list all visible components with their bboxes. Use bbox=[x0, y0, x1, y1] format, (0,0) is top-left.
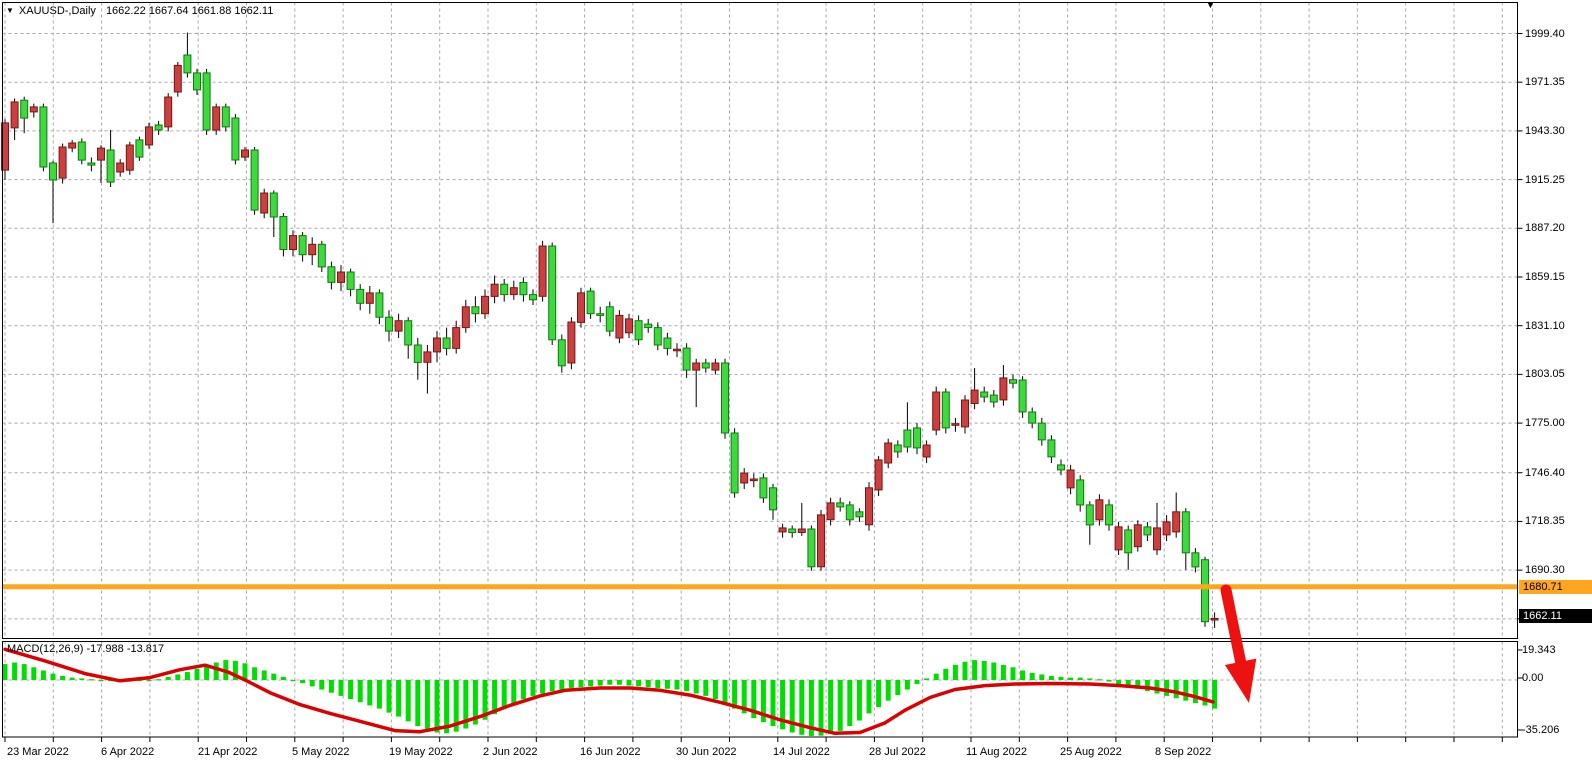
time-axis-label: 25 Aug 2022 bbox=[1060, 746, 1122, 758]
time-axis-label: 23 Mar 2022 bbox=[7, 746, 69, 758]
symbol-title: XAUUSD-,Daily bbox=[19, 5, 96, 17]
hline-price-tag: 1680.71 bbox=[1519, 580, 1592, 594]
price-axis-label: 1775.00 bbox=[1525, 417, 1565, 429]
header-ohlc-values: 1662.22 1667.64 1661.88 1662.11 bbox=[106, 5, 273, 17]
time-axis-label: 5 May 2022 bbox=[292, 746, 349, 758]
chart-canvas[interactable] bbox=[0, 0, 1592, 772]
time-axis-label: 16 Jun 2022 bbox=[580, 746, 641, 758]
price-axis-label: 1971.35 bbox=[1525, 76, 1565, 88]
time-axis-label: 6 Apr 2022 bbox=[101, 746, 154, 758]
macd-indicator-label: MACD(12,26,9) -17.988 -13.817 bbox=[7, 643, 164, 655]
price-axis-label: 1999.40 bbox=[1525, 28, 1565, 40]
price-axis-label: 1746.40 bbox=[1525, 467, 1565, 479]
time-axis-label: 19 May 2022 bbox=[389, 746, 453, 758]
price-axis-label: 1859.15 bbox=[1525, 271, 1565, 283]
symbol-dropdown-icon[interactable]: ▼ bbox=[6, 6, 14, 15]
price-axis-label: 1718.35 bbox=[1525, 515, 1565, 527]
time-axis-label: 21 Apr 2022 bbox=[198, 746, 257, 758]
chart-shift-marker-icon[interactable]: ▼ bbox=[1206, 0, 1215, 10]
macd-axis-label: 0.00 bbox=[1522, 672, 1543, 684]
price-axis-label: 1915.25 bbox=[1525, 174, 1565, 186]
price-axis-label: 1831.10 bbox=[1525, 320, 1565, 332]
current-price-tag: 1662.11 bbox=[1519, 609, 1592, 623]
time-axis-label: 11 Aug 2022 bbox=[966, 746, 1027, 758]
macd-axis-label: 19.343 bbox=[1522, 644, 1556, 656]
price-axis-label: 1887.20 bbox=[1525, 222, 1565, 234]
time-axis-label: 14 Jul 2022 bbox=[773, 746, 830, 758]
time-axis-label: 28 Jul 2022 bbox=[869, 746, 926, 758]
chart-window: ▼ XAUUSD-,Daily 1662.22 1667.64 1661.88 16… bbox=[0, 0, 1592, 772]
price-axis-label: 1943.30 bbox=[1525, 125, 1565, 137]
macd-axis-label: -35.206 bbox=[1522, 724, 1559, 736]
chart-header: ▼ XAUUSD-,Daily 1662.22 1667.64 1661.88 16… bbox=[6, 5, 273, 17]
time-axis-label: 30 Jun 2022 bbox=[676, 746, 737, 758]
time-axis-label: 2 Jun 2022 bbox=[483, 746, 537, 758]
price-axis-label: 1803.05 bbox=[1525, 368, 1565, 380]
time-axis-label: 8 Sep 2022 bbox=[1155, 746, 1211, 758]
price-axis-label: 1690.30 bbox=[1525, 564, 1565, 576]
